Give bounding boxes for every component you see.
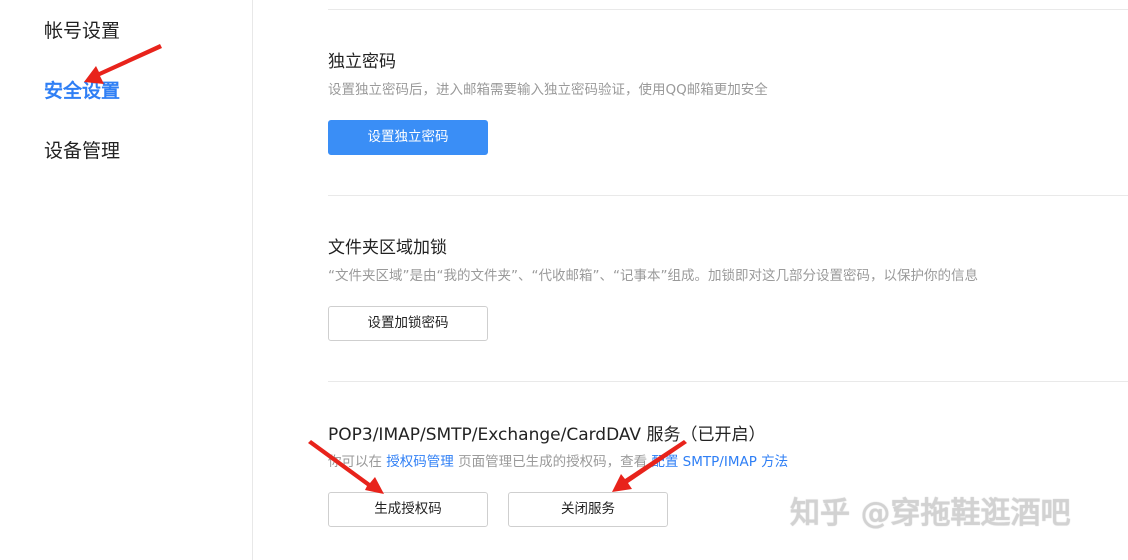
sidebar-item-security-settings[interactable]: 安全设置 (44, 79, 120, 103)
independent-password-desc: 设置独立密码后，进入邮箱需要输入独立密码验证，使用QQ邮箱更加安全 (328, 82, 768, 98)
section-divider (328, 9, 1128, 10)
close-service-button[interactable]: 关闭服务 (508, 492, 668, 527)
watermark: 知乎 @穿拖鞋逛酒吧 (790, 496, 1071, 531)
independent-password-title: 独立密码 (328, 52, 396, 72)
set-lock-password-button[interactable]: 设置加锁密码 (328, 306, 488, 341)
pop3-desc-text: 页面管理已生成的授权码，查看 (458, 454, 648, 470)
pop3-service-title: POP3/IMAP/SMTP/Exchange/CardDAV 服务（已开启） (328, 425, 766, 445)
security-settings-page: 帐号设置 安全设置 设备管理 独立密码 设置独立密码后，进入邮箱需要输入独立密码… (0, 0, 1128, 560)
pop3-desc-text: 你可以在 (328, 454, 382, 470)
sidebar-item-device-management[interactable]: 设备管理 (44, 139, 120, 163)
sidebar: 帐号设置 安全设置 设备管理 (0, 0, 253, 560)
section-divider (328, 195, 1128, 196)
sidebar-item-account-settings[interactable]: 帐号设置 (44, 19, 120, 43)
pop3-service-desc: 你可以在 授权码管理 页面管理已生成的授权码，查看 配置 SMTP/IMAP 方… (328, 453, 788, 471)
generate-auth-code-button[interactable]: 生成授权码 (328, 492, 488, 527)
section-divider (328, 381, 1128, 382)
auth-code-management-link[interactable]: 授权码管理 (386, 454, 454, 470)
folder-lock-desc: “文件夹区域”是由“我的文件夹”、“代收邮箱”、“记事本”组成。加锁即对这几部分… (328, 268, 978, 284)
configure-smtp-imap-link[interactable]: 配置 SMTP/IMAP 方法 (651, 454, 788, 470)
folder-lock-title: 文件夹区域加锁 (328, 238, 447, 258)
set-independent-password-button[interactable]: 设置独立密码 (328, 120, 488, 155)
